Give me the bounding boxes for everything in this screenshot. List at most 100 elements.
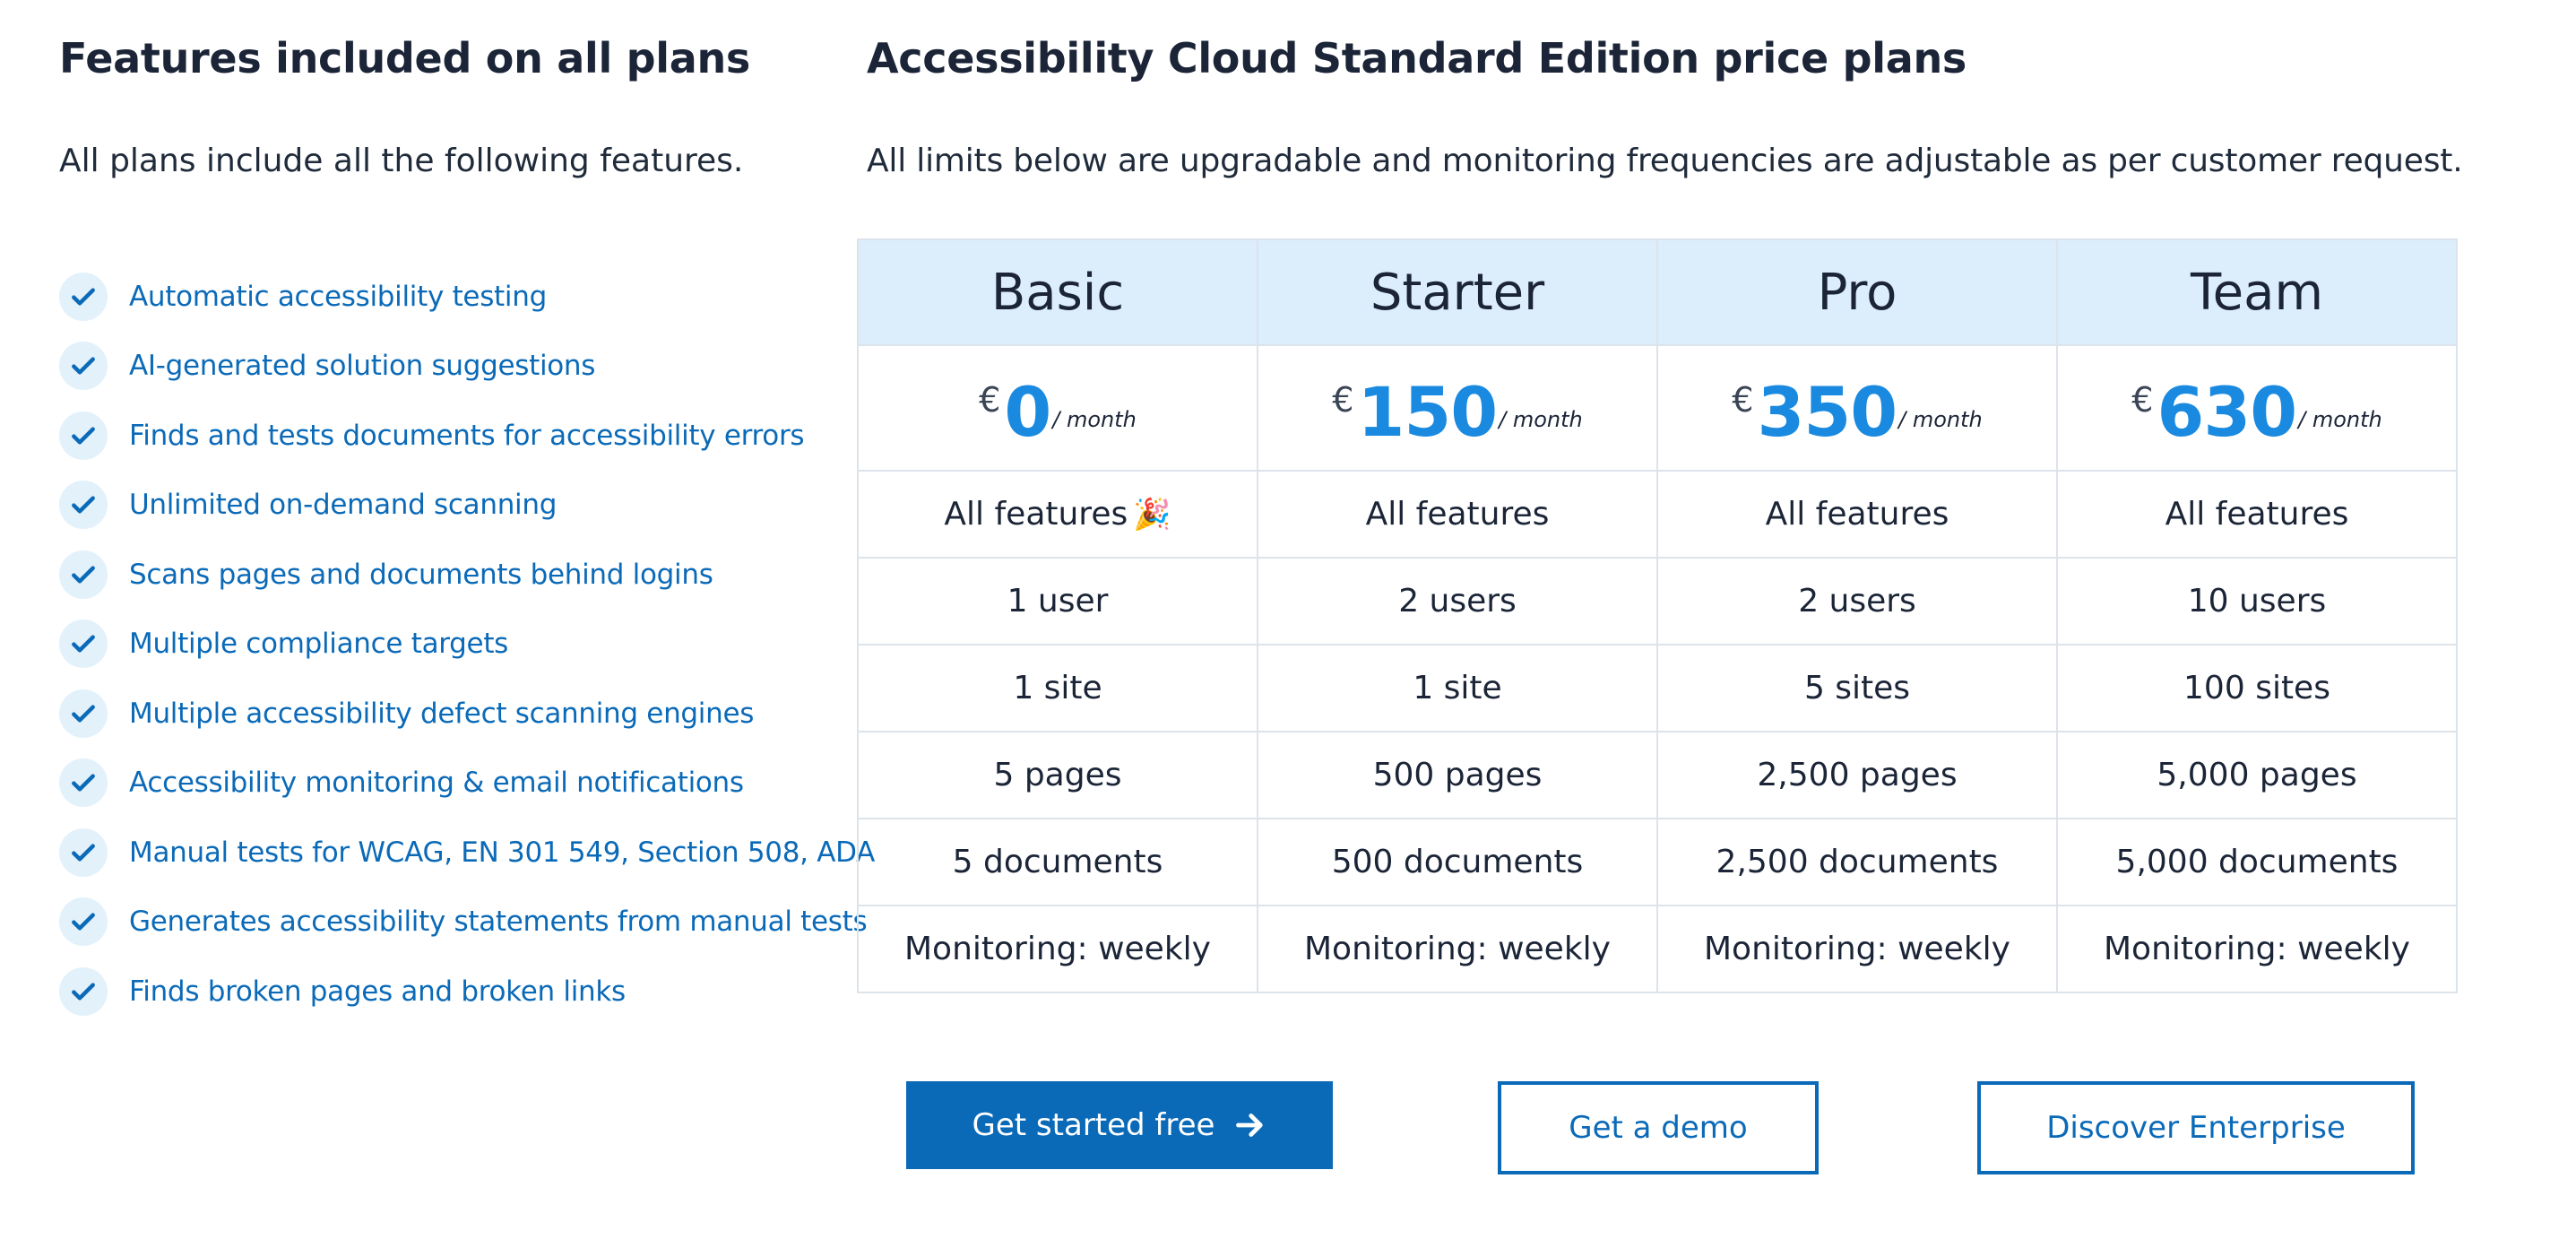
sites-row: 1 site 1 site 5 sites 100 sites <box>857 644 2458 732</box>
price-cell-basic: €0/ month <box>857 344 1258 472</box>
table-cell: Monitoring: weekly <box>857 905 1258 993</box>
users-row: 1 user 2 users 2 users 10 users <box>857 557 2458 646</box>
features-row: All features 🎉 All features All features … <box>857 470 2458 559</box>
table-cell: Monitoring: weekly <box>1257 905 1658 993</box>
feature-label: Scans pages and documents behind logins <box>129 558 713 591</box>
list-item: Unlimited on-demand scanning <box>59 471 866 541</box>
feature-label: Manual tests for WCAG, EN 301 549, Secti… <box>129 836 876 869</box>
list-item: Multiple compliance targets <box>59 610 866 680</box>
plan-name-team: Team <box>2056 238 2458 346</box>
feature-label: Multiple accessibility defect scanning e… <box>129 697 755 730</box>
table-cell: 1 user <box>857 557 1258 646</box>
table-cell: 5,000 documents <box>2056 818 2458 906</box>
check-icon <box>59 342 108 391</box>
feature-label: Automatic accessibility testing <box>129 280 547 313</box>
monitoring-row: Monitoring: weekly Monitoring: weekly Mo… <box>857 905 2458 993</box>
documents-row: 5 documents 500 documents 2,500 document… <box>857 818 2458 906</box>
plan-name-pro: Pro <box>1656 238 2058 346</box>
currency-symbol: € <box>2131 380 2154 420</box>
table-cell: 500 documents <box>1257 818 1658 906</box>
check-icon <box>59 689 108 738</box>
price-period: / month <box>1052 407 1137 432</box>
table-cell: 5 sites <box>1656 644 2058 732</box>
plan-name-starter: Starter <box>1257 238 1658 346</box>
table-cell: 2 users <box>1656 557 2058 646</box>
feature-label: Accessibility monitoring & email notific… <box>129 767 744 800</box>
currency-symbol: € <box>979 380 1001 420</box>
feature-label: Finds broken pages and broken links <box>129 975 626 1008</box>
price-plans-table: Basic Starter Pro Team €0/ month €150/ m… <box>857 238 2458 993</box>
features-title: Features included on all plans <box>59 34 751 82</box>
list-item: Accessibility monitoring & email notific… <box>59 749 866 819</box>
check-icon <box>59 966 108 1016</box>
table-cell: 10 users <box>2056 557 2458 646</box>
table-cell: 2,500 documents <box>1656 818 2058 906</box>
currency-symbol: € <box>1332 380 1354 420</box>
table-cell: 5 pages <box>857 731 1258 819</box>
table-cell: 5,000 pages <box>2056 731 2458 819</box>
check-icon <box>59 481 108 530</box>
list-item: Finds and tests documents for accessibil… <box>59 401 866 471</box>
plan-names-row: Basic Starter Pro Team <box>857 238 2458 346</box>
table-cell: All features <box>1656 470 2058 559</box>
check-icon <box>59 550 108 599</box>
table-cell: 100 sites <box>2056 644 2458 732</box>
features-label: All features <box>944 496 1128 533</box>
check-icon <box>59 411 108 460</box>
feature-label: Generates accessibility statements from … <box>129 906 868 939</box>
features-section: Features included on all plans All plans… <box>59 27 875 1016</box>
table-cell: Monitoring: weekly <box>1656 905 2058 993</box>
feature-label: AI-generated solution suggestions <box>129 350 596 383</box>
price-period: / month <box>2298 407 2382 432</box>
list-item: AI-generated solution suggestions <box>59 332 866 402</box>
check-icon <box>59 897 108 947</box>
table-cell: 500 pages <box>1257 731 1658 819</box>
table-cell: 2 users <box>1257 557 1658 646</box>
list-item: Automatic accessibility testing <box>59 262 866 332</box>
price: €350/ month <box>1732 359 1982 457</box>
table-cell: All features <box>2056 470 2458 559</box>
price: €150/ month <box>1332 359 1582 457</box>
plans-title: Accessibility Cloud Standard Edition pri… <box>867 34 1967 82</box>
price-cell-team: €630/ month <box>2056 344 2458 472</box>
price-row: €0/ month €150/ month €350/ month €630/ … <box>857 344 2458 472</box>
table-cell: All features 🎉 <box>857 470 1258 559</box>
check-icon <box>59 272 108 321</box>
price-cell-pro: €350/ month <box>1656 344 2058 472</box>
price-amount: 0 <box>1004 372 1051 452</box>
price: €630/ month <box>2131 359 2382 457</box>
currency-symbol: € <box>1732 380 1754 420</box>
pages-row: 5 pages 500 pages 2,500 pages 5,000 page… <box>857 731 2458 819</box>
list-item: Generates accessibility statements from … <box>59 888 868 958</box>
party-popper-icon: 🎉 <box>1133 497 1171 533</box>
plans-intro: All limits below are upgradable and moni… <box>867 143 2463 179</box>
price: €0/ month <box>979 359 1137 457</box>
list-item: Finds broken pages and broken links <box>59 957 866 1027</box>
price-period: / month <box>1499 407 1583 432</box>
table-cell: 1 site <box>857 644 1258 732</box>
feature-label: Multiple compliance targets <box>129 628 509 661</box>
table-cell: All features <box>1257 470 1658 559</box>
get-started-free-button[interactable]: Get started free <box>906 1081 1333 1169</box>
price-amount: 150 <box>1357 372 1498 452</box>
price-period: / month <box>1898 407 1983 432</box>
feature-label: Unlimited on-demand scanning <box>129 489 558 522</box>
table-cell: 5 documents <box>857 818 1258 906</box>
feature-label: Finds and tests documents for accessibil… <box>129 419 805 452</box>
price-cell-starter: €150/ month <box>1257 344 1658 472</box>
list-item: Manual tests for WCAG, EN 301 549, Secti… <box>59 818 875 888</box>
price-amount: 630 <box>2157 372 2297 452</box>
table-cell: 1 site <box>1257 644 1658 732</box>
discover-enterprise-button[interactable]: Discover Enterprise <box>1977 1081 2415 1174</box>
table-cell: 2,500 pages <box>1656 731 2058 819</box>
check-icon <box>59 620 108 669</box>
features-intro: All plans include all the following feat… <box>59 143 744 179</box>
pricing-page: Features included on all plans All plans… <box>0 0 2576 1248</box>
list-item: Multiple accessibility defect scanning e… <box>59 679 866 749</box>
get-a-demo-button[interactable]: Get a demo <box>1498 1081 1819 1174</box>
plan-name-basic: Basic <box>857 238 1258 346</box>
price-amount: 350 <box>1757 372 1897 452</box>
features-list: Automatic accessibility testing AI-gener… <box>59 262 875 1027</box>
get-started-label: Get started free <box>972 1107 1215 1143</box>
arrow-right-icon <box>1236 1114 1264 1137</box>
